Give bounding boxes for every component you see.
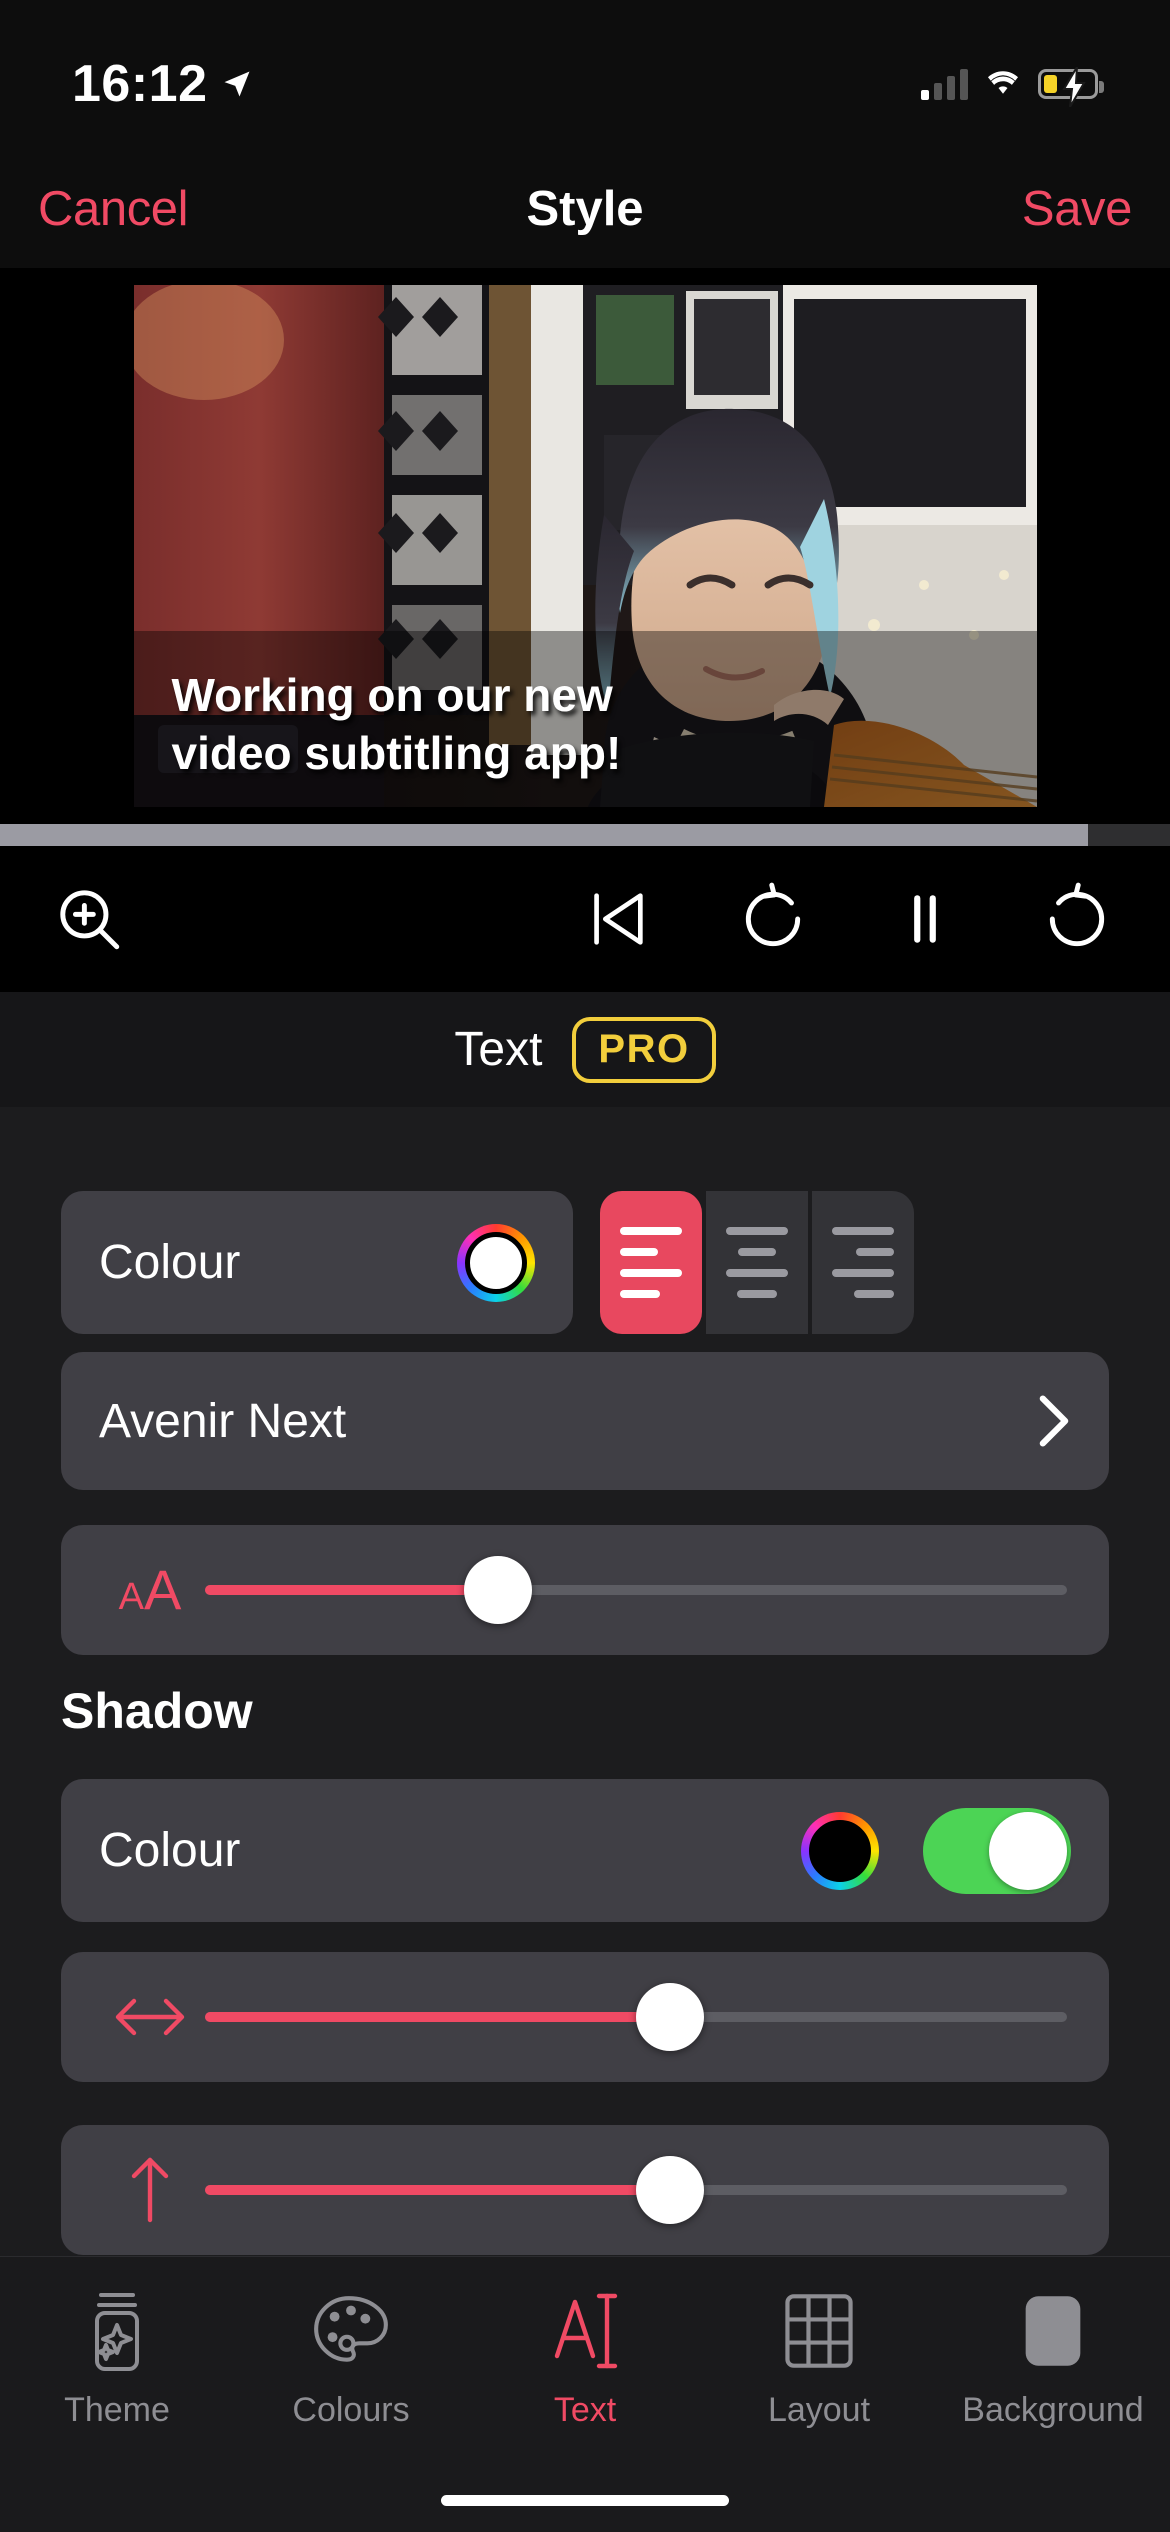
tab-background-label: Background: [962, 2391, 1143, 2430]
tab-colours[interactable]: Colours: [234, 2283, 468, 2465]
font-size-slider-thumb[interactable]: [464, 1556, 532, 1624]
chevron-right-icon: [1037, 1393, 1071, 1449]
app-screen: 16:12 Style Cancel Save: [0, 0, 1170, 2532]
align-center-button[interactable]: [706, 1191, 808, 1334]
up-arrow-icon: [95, 2152, 205, 2228]
location-arrow-icon: [222, 69, 252, 99]
cellular-signal-icon: [921, 68, 968, 100]
navigation-bar: Style Cancel Save: [0, 150, 1170, 268]
font-size-slider-fill: [205, 1585, 498, 1595]
status-time: 16:12: [72, 54, 208, 114]
rotate-counterclockwise-icon[interactable]: [736, 882, 810, 956]
shadow-horizontal-slider-fill: [205, 2012, 670, 2022]
zoom-in-icon[interactable]: [52, 882, 126, 956]
battery-charging-icon: [1038, 69, 1098, 99]
home-indicator: [441, 2495, 729, 2506]
section-header: Text PRO: [0, 992, 1170, 1107]
shadow-enabled-toggle[interactable]: [923, 1808, 1071, 1894]
scrubber-fill: [0, 824, 1088, 846]
video-preview-area: Working on our new video subtitling app!: [0, 268, 1170, 824]
align-left-button[interactable]: [600, 1191, 702, 1334]
tab-text-label: Text: [554, 2391, 616, 2430]
shadow-vertical-slider-row[interactable]: [61, 2125, 1109, 2255]
align-left-icon: [620, 1227, 682, 1298]
font-size-slider-row[interactable]: AA: [61, 1525, 1109, 1655]
text-alignment-group: [600, 1191, 914, 1334]
transport-controls: [582, 882, 1114, 956]
tab-theme[interactable]: Theme: [0, 2283, 234, 2465]
shadow-vertical-slider-fill: [205, 2185, 670, 2195]
tab-text[interactable]: Text: [468, 2283, 702, 2465]
status-bar: 16:12: [0, 0, 1170, 150]
rotate-clockwise-icon[interactable]: [1040, 882, 1114, 956]
shadow-horizontal-slider-track[interactable]: [205, 2012, 1067, 2022]
shadow-vertical-slider-track[interactable]: [205, 2185, 1067, 2195]
subtitle-line-2: video subtitling app!: [172, 725, 999, 783]
theme-bottle-icon: [82, 2283, 152, 2379]
background-square-icon: [1017, 2283, 1089, 2379]
pause-icon[interactable]: [894, 884, 956, 954]
shadow-vertical-slider-thumb[interactable]: [636, 2156, 704, 2224]
tab-layout-label: Layout: [768, 2391, 870, 2430]
align-center-icon: [726, 1227, 788, 1298]
font-size-slider-track[interactable]: [205, 1585, 1067, 1595]
subtitle-line-1: Working on our new: [172, 667, 999, 725]
shadow-section-heading: Shadow: [61, 1682, 253, 1740]
text-options-panel: Colour Avenir Next AA: [0, 1107, 1170, 2256]
align-right-icon: [832, 1227, 894, 1298]
page-title: Style: [0, 181, 1170, 237]
playback-controls: [0, 846, 1170, 992]
shadow-horizontal-slider-thumb[interactable]: [636, 1983, 704, 2051]
status-bar-left: 16:12: [72, 54, 252, 114]
text-cursor-icon: [549, 2283, 621, 2379]
shadow-colour-row[interactable]: Colour: [61, 1779, 1109, 1922]
horizontal-arrows-icon: [95, 1995, 205, 2039]
text-colour-label: Colour: [99, 1235, 240, 1290]
tab-layout[interactable]: Layout: [702, 2283, 936, 2465]
wifi-icon: [984, 69, 1022, 99]
tab-list: Theme Colours: [0, 2257, 1170, 2465]
shadow-colour-label: Colour: [99, 1823, 801, 1878]
section-title: Text: [454, 1022, 542, 1077]
shadow-colour-swatch[interactable]: [801, 1812, 879, 1890]
toggle-knob: [989, 1812, 1067, 1890]
subtitle-text[interactable]: Working on our new video subtitling app!: [134, 667, 1037, 783]
shadow-horizontal-slider-row[interactable]: [61, 1952, 1109, 2082]
charging-bolt-icon: [1061, 67, 1087, 107]
tab-theme-label: Theme: [64, 2391, 170, 2430]
tab-background[interactable]: Background: [936, 2283, 1170, 2465]
tab-colours-label: Colours: [292, 2391, 409, 2430]
status-bar-right: [921, 68, 1098, 100]
font-selector-row[interactable]: Avenir Next: [61, 1352, 1109, 1490]
skip-back-icon[interactable]: [582, 884, 652, 954]
grid-icon: [781, 2283, 857, 2379]
text-colour-swatch[interactable]: [457, 1224, 535, 1302]
text-colour-row[interactable]: Colour: [61, 1191, 573, 1334]
bottom-tab-bar: Theme Colours: [0, 2256, 1170, 2532]
palette-icon: [310, 2283, 392, 2379]
font-size-icon: AA: [95, 1562, 205, 1618]
align-right-button[interactable]: [812, 1191, 914, 1334]
pro-badge[interactable]: PRO: [572, 1017, 715, 1083]
video-player[interactable]: Working on our new video subtitling app!: [134, 285, 1037, 807]
font-name-label: Avenir Next: [99, 1394, 346, 1449]
video-scrubber[interactable]: [0, 824, 1170, 846]
